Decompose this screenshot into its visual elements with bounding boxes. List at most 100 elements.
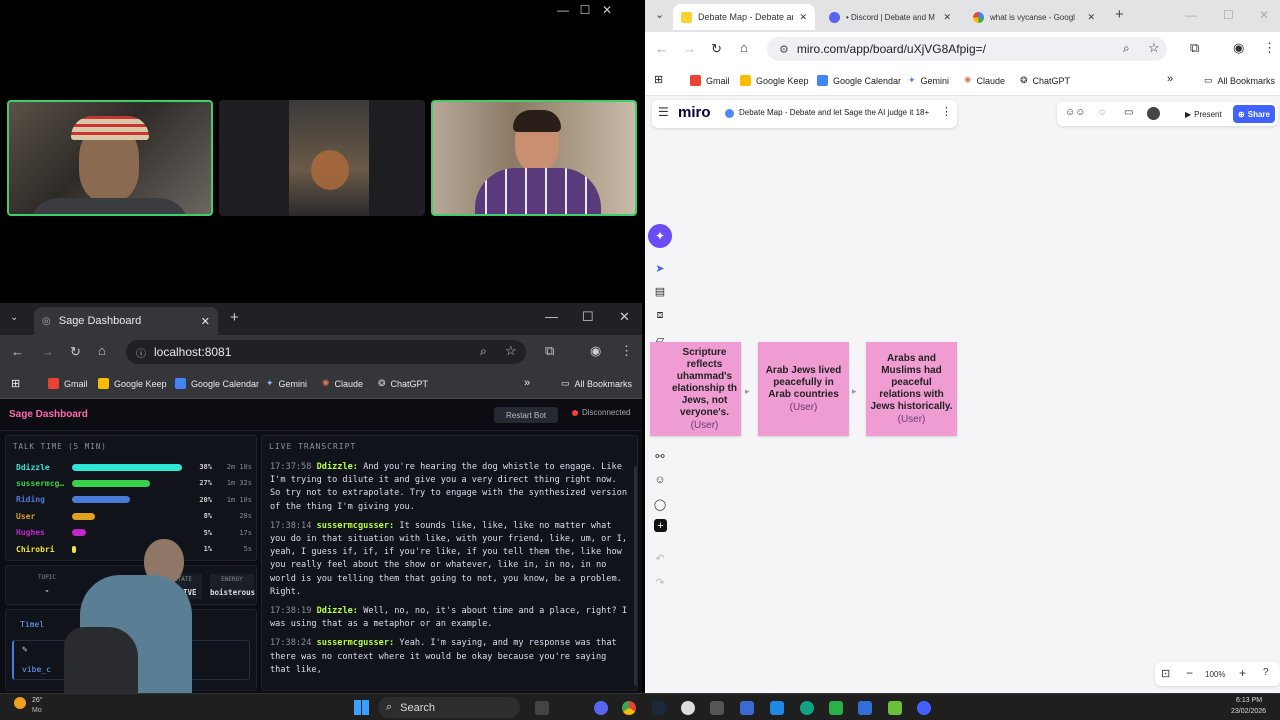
avatar[interactable] <box>1147 107 1160 120</box>
templates-icon[interactable]: ▤ <box>652 283 668 299</box>
clock-date[interactable]: 23/02/2026 <box>1231 708 1266 715</box>
tab-google-search[interactable]: what is vycanse - Googl ✕ <box>965 4 1103 30</box>
apps-icon[interactable]: ⊞ <box>11 377 20 390</box>
tab-search-icon[interactable]: ⌄ <box>655 8 664 21</box>
forward-icon[interactable]: → <box>41 344 54 359</box>
more-bookmarks-icon[interactable]: » <box>524 377 530 389</box>
close-icon[interactable]: ✕ <box>1259 8 1269 22</box>
notepad-icon[interactable] <box>858 701 872 715</box>
video-tile-participant-1[interactable] <box>7 100 213 216</box>
bookmark-gmail[interactable]: Gmail <box>48 378 88 389</box>
chrome-taskbar-icon[interactable] <box>622 701 636 715</box>
bookmark-google-calendar[interactable]: Google Calendar <box>175 378 259 389</box>
zoom-level[interactable]: 100% <box>1205 670 1225 679</box>
emoji-icon[interactable]: ☺ <box>652 472 668 488</box>
bookmark-google-keep[interactable]: Google Keep <box>98 378 167 389</box>
close-tab-icon[interactable]: ✕ <box>799 12 807 23</box>
windows-start-icon[interactable] <box>354 700 369 715</box>
frame-icon[interactable]: ⧈ <box>652 307 668 323</box>
restart-bot-button[interactable]: Restart Bot <box>494 407 558 423</box>
app-icon[interactable] <box>681 701 695 715</box>
bookmark-gemini[interactable]: ✦ Gemini <box>908 75 949 86</box>
minimize-icon[interactable]: — <box>545 309 558 324</box>
video-icon[interactable]: ▭ <box>1124 107 1133 118</box>
media-icon[interactable] <box>888 701 902 715</box>
url-field[interactable]: ⓘ localhost:8081 <box>126 340 526 364</box>
share-button[interactable]: ⊕ Share <box>1233 105 1275 123</box>
comment-tool-icon[interactable]: ◯ <box>652 496 668 512</box>
minimize-icon[interactable]: — <box>1185 8 1197 22</box>
timeline-tab[interactable]: Timel <box>20 620 44 629</box>
steam-icon[interactable] <box>652 701 666 715</box>
app-blue-icon[interactable] <box>917 701 931 715</box>
miro-logo[interactable]: miro <box>678 104 711 121</box>
more-bookmarks-icon[interactable]: » <box>1167 73 1173 85</box>
close-icon[interactable]: ✕ <box>619 309 630 325</box>
new-tab-icon[interactable]: + <box>1115 6 1124 23</box>
present-button[interactable]: ▶ Present <box>1181 105 1229 123</box>
new-tab-icon[interactable]: + <box>230 309 239 326</box>
comment-icon[interactable]: ◌ <box>1099 107 1105 118</box>
maximize-icon[interactable]: ☐ <box>1223 8 1234 22</box>
zoom-icon[interactable]: ⌕ <box>480 344 487 359</box>
bookmark-claude[interactable]: ✺ Claude <box>964 75 1005 86</box>
apps-icon[interactable]: ⊞ <box>654 73 663 86</box>
zoom-in-icon[interactable]: + <box>1239 666 1246 680</box>
sticky-note-3[interactable]: Arabs and Muslims had peaceful relations… <box>866 342 957 436</box>
zoom-icon[interactable]: ⌕ <box>1123 41 1130 56</box>
hamburger-icon[interactable]: ☰ <box>658 105 669 119</box>
all-bookmarks[interactable]: ▭ All Bookmarks <box>1204 75 1275 86</box>
ai-assist-icon[interactable]: ✦ <box>648 224 672 248</box>
reactions-icon[interactable]: ☺☺ <box>1065 107 1085 118</box>
close-tab-icon[interactable]: ✕ <box>1087 12 1095 23</box>
app-green-icon[interactable] <box>829 701 843 715</box>
maximize-button[interactable]: ☐ <box>574 2 596 18</box>
bookmark-google-keep[interactable]: Google Keep <box>740 75 809 86</box>
zoom-out-icon[interactable]: − <box>1186 666 1193 680</box>
extensions-icon[interactable]: ⧉ <box>1190 40 1199 56</box>
bookmark-chatgpt[interactable]: ❂ ChatGPT <box>378 378 428 389</box>
home-icon[interactable]: ⌂ <box>98 343 106 358</box>
chatgpt-taskbar-icon[interactable] <box>800 701 814 715</box>
home-icon[interactable]: ⌂ <box>740 40 748 55</box>
add-more-icon[interactable]: + <box>654 519 667 532</box>
fit-screen-icon[interactable]: ⊡ <box>1161 667 1170 680</box>
powershell-icon[interactable] <box>740 701 754 715</box>
video-tile-participant-2[interactable] <box>219 100 425 216</box>
sticky-note-1[interactable]: Scripture reflects uhammad's elationship… <box>650 342 741 436</box>
taskbar-search[interactable]: ⌕ Search <box>378 697 520 718</box>
bookmark-google-calendar[interactable]: Google Calendar <box>817 75 901 86</box>
reload-icon[interactable]: ↻ <box>711 41 722 57</box>
minimize-button[interactable]: — <box>552 2 574 18</box>
weather-temp[interactable]: 26° <box>32 697 43 704</box>
back-icon[interactable]: ← <box>11 344 24 359</box>
vscode-icon[interactable] <box>770 701 784 715</box>
connector-icon[interactable]: ⚯ <box>652 448 668 464</box>
bookmark-star-icon[interactable]: ☆ <box>505 343 517 359</box>
undo-icon[interactable]: ↶ <box>652 550 668 566</box>
tab-debate-map[interactable]: Debate Map - Debate an ✕ <box>673 4 815 30</box>
tab-search-icon[interactable]: ⌄ <box>10 312 18 323</box>
bookmark-claude[interactable]: ✺ Claude <box>322 378 363 389</box>
board-menu-icon[interactable]: ⋮ <box>941 105 952 118</box>
video-tile-participant-3[interactable] <box>431 100 637 216</box>
profile-icon[interactable]: ◉ <box>590 343 601 359</box>
select-tool-icon[interactable]: ➤ <box>652 260 668 276</box>
bookmark-star-icon[interactable]: ☆ <box>1148 40 1160 56</box>
url-field[interactable]: ⚙ miro.com/app/board/uXjVG8Afpig=/ <box>767 37 1167 61</box>
bookmark-gmail[interactable]: Gmail <box>690 75 730 86</box>
menu-icon[interactable]: ⋮ <box>620 343 633 359</box>
board-name[interactable]: Debate Map - Debate and let Sage the AI … <box>739 108 929 117</box>
forward-icon[interactable]: → <box>683 41 696 56</box>
extensions-icon[interactable]: ⧉ <box>545 343 554 359</box>
menu-icon[interactable]: ⋮ <box>1263 40 1276 56</box>
tab-discord[interactable]: • Discord | Debate and M ✕ <box>821 4 959 30</box>
close-tab-icon[interactable]: ✕ <box>943 12 951 23</box>
profile-icon[interactable]: ◉ <box>1233 40 1244 56</box>
close-button[interactable]: ✕ <box>596 2 618 18</box>
sticky-note-2[interactable]: Arab Jews lived peacefully in Arab count… <box>758 342 849 436</box>
reload-icon[interactable]: ↻ <box>70 344 81 360</box>
maximize-icon[interactable]: ☐ <box>582 309 594 325</box>
all-bookmarks[interactable]: ▭ All Bookmarks <box>561 378 632 389</box>
bookmark-chatgpt[interactable]: ❂ ChatGPT <box>1020 75 1070 86</box>
